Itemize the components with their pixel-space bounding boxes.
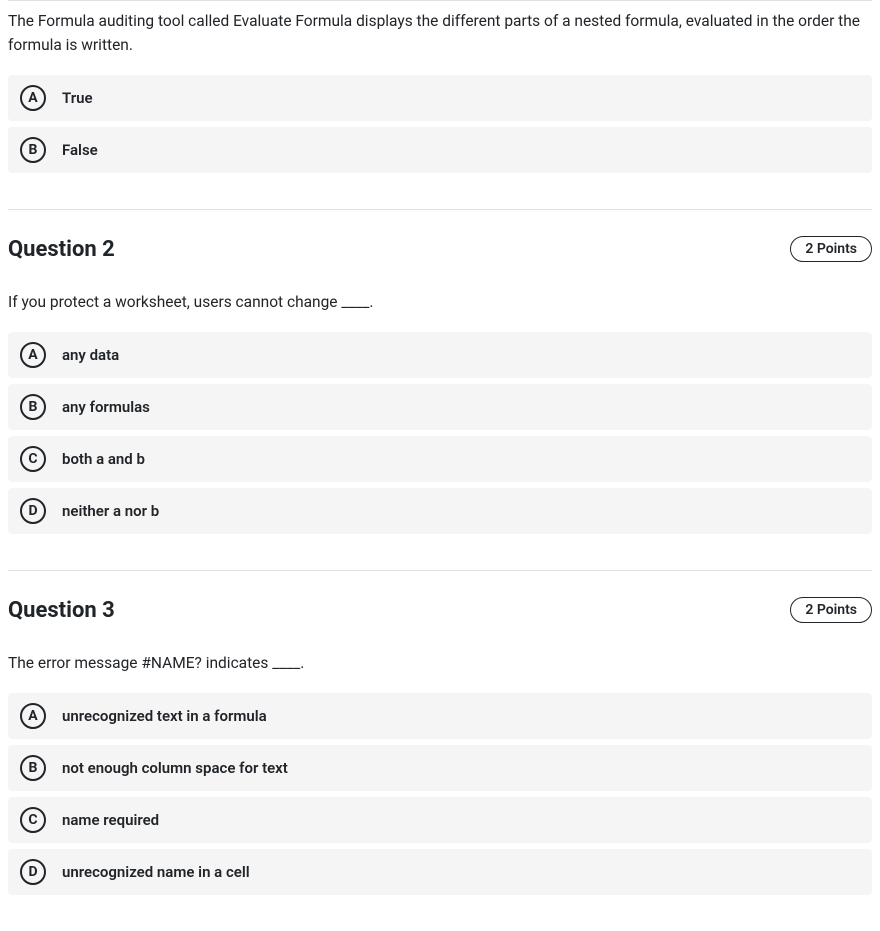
option-letter: B: [20, 755, 46, 781]
option-letter: B: [20, 394, 46, 420]
question-block: The Formula auditing tool called Evaluat…: [8, 0, 872, 209]
option-label: True: [62, 89, 93, 107]
option-letter: D: [20, 498, 46, 524]
question-title: Question 3: [8, 598, 115, 623]
option-label: False: [62, 141, 98, 159]
option-letter: B: [20, 137, 46, 163]
option-label: neither a nor b: [62, 502, 159, 520]
question-header: Question 2 2 Points: [8, 236, 872, 262]
answer-option-d[interactable]: D unrecognized name in a cell: [8, 849, 872, 895]
answer-option-b[interactable]: B any formulas: [8, 384, 872, 430]
answer-option-a[interactable]: A unrecognized text in a formula: [8, 693, 872, 739]
question-block: Question 3 2 Points The error message #N…: [8, 570, 872, 931]
option-letter: C: [20, 807, 46, 833]
question-block: Question 2 2 Points If you protect a wor…: [8, 209, 872, 570]
points-badge: 2 Points: [790, 236, 872, 262]
question-text: The error message #NAME? indicates ____.: [8, 651, 872, 675]
option-letter: A: [20, 85, 46, 111]
option-label: unrecognized text in a formula: [62, 707, 267, 725]
answer-option-d[interactable]: D neither a nor b: [8, 488, 872, 534]
question-title: Question 2: [8, 237, 115, 262]
option-label: any formulas: [62, 398, 150, 416]
answer-option-c[interactable]: C both a and b: [8, 436, 872, 482]
option-label: any data: [62, 346, 119, 364]
option-letter: A: [20, 703, 46, 729]
answer-option-b[interactable]: B False: [8, 127, 872, 173]
option-letter: A: [20, 342, 46, 368]
answer-option-c[interactable]: C name required: [8, 797, 872, 843]
question-header: Question 3 2 Points: [8, 597, 872, 623]
answer-option-a[interactable]: A True: [8, 75, 872, 121]
answer-option-b[interactable]: B not enough column space for text: [8, 745, 872, 791]
option-label: not enough column space for text: [62, 759, 288, 777]
option-letter: C: [20, 446, 46, 472]
answer-option-a[interactable]: A any data: [8, 332, 872, 378]
option-label: unrecognized name in a cell: [62, 863, 250, 881]
points-badge: 2 Points: [790, 597, 872, 623]
question-text: The Formula auditing tool called Evaluat…: [8, 9, 872, 57]
question-text: If you protect a worksheet, users cannot…: [8, 290, 872, 314]
option-letter: D: [20, 859, 46, 885]
option-label: both a and b: [62, 450, 145, 468]
option-label: name required: [62, 811, 159, 829]
